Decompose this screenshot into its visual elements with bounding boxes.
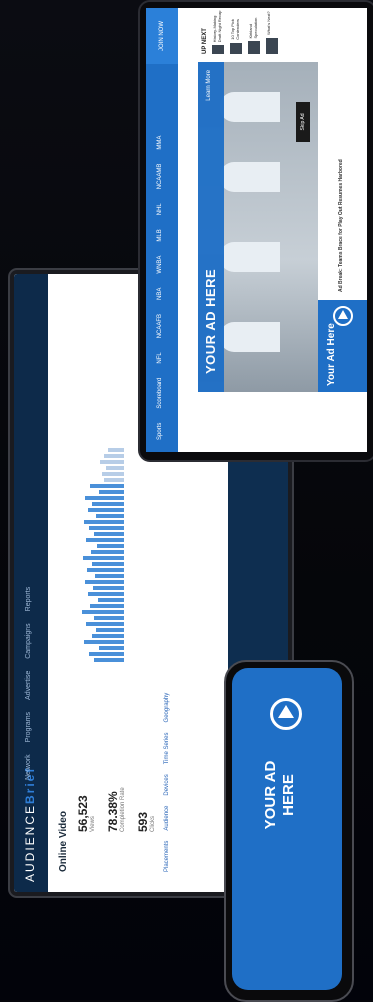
- list-item[interactable]: What's Next?: [266, 10, 278, 54]
- phone-screen[interactable]: YOUR AD HERE: [232, 668, 342, 990]
- brand-text: AUDIENCE: [23, 803, 37, 882]
- list-item-title: 10 Top Pick Contenders: [230, 19, 240, 40]
- list-item[interactable]: History-Making Draft Night Recap: [212, 10, 224, 54]
- nav-item[interactable]: NCAAFB: [157, 314, 163, 338]
- nav-item[interactable]: NBA: [157, 288, 163, 300]
- nav-item[interactable]: NHL: [157, 203, 163, 215]
- kpi-label: Clicks: [150, 816, 156, 832]
- dashboard-nav: Network Programs Advertise Campaigns Rep…: [25, 587, 32, 780]
- nav-item[interactable]: NFL: [157, 352, 163, 363]
- nav-item[interactable]: WNBA: [157, 256, 163, 274]
- up-next-label: UP NEXT: [202, 28, 208, 54]
- skip-ad-button[interactable]: Skip Ad: [296, 102, 310, 142]
- tab-geography[interactable]: Geography: [164, 693, 170, 723]
- play-icon[interactable]: [270, 698, 302, 730]
- ad-box[interactable]: Your Ad Here: [318, 300, 367, 392]
- nav-item[interactable]: Programs: [25, 712, 32, 742]
- kpi-label: Completion Rate: [120, 787, 126, 832]
- kpi-label: Views: [90, 816, 96, 832]
- list-item[interactable]: Kirkland Speculation: [248, 10, 260, 54]
- thumbnail: [212, 45, 224, 54]
- nav-item[interactable]: Network: [25, 754, 32, 780]
- thumbnail: [248, 41, 260, 54]
- nav-item[interactable]: Scoreboard: [157, 378, 163, 409]
- trend-chart: [82, 448, 124, 662]
- ad-banner-text: YOUR AD HERE: [203, 268, 218, 374]
- scene-window: [220, 162, 280, 192]
- thumbnail: [266, 38, 278, 54]
- sports-page: Sports Scoreboard NFL NCAAFB NBA WNBA ML…: [146, 8, 367, 452]
- list-item-title: Kirkland Speculation: [248, 17, 258, 39]
- phone-device: YOUR AD HERE: [224, 660, 354, 1002]
- tablet-screen: Sports Scoreboard NFL NCAAFB NBA WNBA ML…: [146, 8, 367, 452]
- report-tabs: Placements Audience Devices Time Series …: [164, 693, 170, 872]
- tab-placements[interactable]: Placements: [164, 841, 170, 872]
- tab-devices[interactable]: Devices: [164, 774, 170, 795]
- phone-ad: YOUR AD HERE: [232, 668, 342, 990]
- learn-more-link[interactable]: Learn More: [206, 70, 212, 101]
- nav-item[interactable]: Reports: [25, 587, 32, 612]
- scene-window: [220, 242, 280, 272]
- list-item-title: History-Making Draft Night Recap: [212, 10, 222, 43]
- nav-item[interactable]: Campaigns: [25, 623, 32, 658]
- kpi-value: 56,523: [76, 795, 90, 832]
- thumbnail: [230, 42, 242, 54]
- tab-audience[interactable]: Audience: [164, 806, 170, 831]
- kpi-value: 593: [136, 811, 150, 832]
- ad-box-text: Your Ad Here: [326, 323, 337, 386]
- ad-banner[interactable]: YOUR AD HERE Learn More: [198, 62, 224, 392]
- play-icon[interactable]: [333, 306, 353, 326]
- page-title: Online Video: [58, 811, 69, 872]
- kpi-value: 78.38%: [106, 791, 120, 832]
- kpi-completion: 78.38% Completion Rate: [106, 787, 126, 832]
- dashboard-topbar: AUDIENCEBrief Network Programs Advertise…: [14, 274, 48, 892]
- top-nav: Sports Scoreboard NFL NCAAFB NBA WNBA ML…: [146, 8, 178, 452]
- tablet-device: Sports Scoreboard NFL NCAAFB NBA WNBA ML…: [138, 0, 373, 462]
- nav-item[interactable]: Advertise: [25, 671, 32, 700]
- kpi-clicks: 593 Clicks: [136, 812, 156, 832]
- kpi-views: 56,523 Views: [76, 795, 96, 832]
- scene-window: [220, 92, 280, 122]
- list-item-title: What's Next?: [266, 11, 271, 35]
- scene-window: [220, 322, 280, 352]
- phone-ad-text: YOUR AD HERE: [262, 760, 297, 830]
- tab-time-series[interactable]: Time Series: [164, 732, 170, 764]
- nav-item[interactable]: MLB: [157, 229, 163, 241]
- list-item[interactable]: 10 Top Pick Contenders: [230, 10, 242, 54]
- nav-item[interactable]: MMA: [157, 136, 163, 150]
- nav-items: Sports Scoreboard NFL NCAAFB NBA WNBA ML…: [157, 136, 163, 440]
- brand-logo[interactable]: AUDIENCEBrief: [23, 767, 37, 882]
- join-button[interactable]: JOIN NOW: [146, 8, 178, 64]
- nav-item[interactable]: Sports: [157, 423, 163, 440]
- video-caption: Ad Break: Teams Brace for Play Out Resum…: [338, 159, 344, 292]
- up-next-panel: UP NEXT History-Making Draft Night Recap…: [202, 10, 284, 54]
- nav-item[interactable]: NCAAMB: [157, 164, 163, 190]
